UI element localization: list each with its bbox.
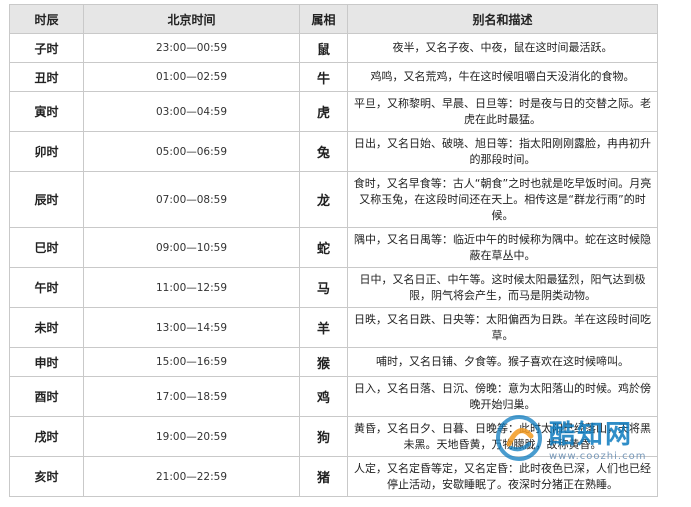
- header-beijing-time: 北京时间: [83, 4, 300, 34]
- cell-description: 平旦，又称黎明、早晨、日旦等：时是夜与日的交替之际。老虎在此时最猛。: [347, 91, 658, 132]
- cell-time: 01:00—02:59: [83, 62, 300, 92]
- cell-description: 鸡鸣，又名荒鸡，牛在这时候咀嚼白天没消化的食物。: [347, 62, 658, 92]
- cell-time: 03:00—04:59: [83, 91, 300, 132]
- cell-time: 07:00—08:59: [83, 171, 300, 228]
- cell-zodiac: 马: [299, 267, 348, 308]
- table-row: 申时 15:00—16:59 猴 哺时，又名日铺、夕食等。猴子喜欢在这时候啼叫。: [9, 347, 658, 377]
- cell-zodiac: 猪: [299, 456, 348, 497]
- watermark-url: www.coozhi.com: [549, 451, 647, 462]
- table-row: 辰时 07:00—08:59 龙 食时，又名早食等：古人“朝食”之时也就是吃早饭…: [9, 171, 658, 228]
- cell-description: 日昳，又名日跌、日央等：太阳偏西为日跌。羊在这段时间吃草。: [347, 307, 658, 348]
- table-row: 未时 13:00—14:59 羊 日昳，又名日跌、日央等：太阳偏西为日跌。羊在这…: [9, 307, 658, 348]
- cell-time: 23:00—00:59: [83, 33, 300, 63]
- header-zodiac: 属相: [299, 4, 348, 34]
- cell-time: 15:00—16:59: [83, 347, 300, 377]
- cell-zodiac: 蛇: [299, 227, 348, 268]
- table-header-row: 时辰 北京时间 属相 别名和描述: [9, 4, 658, 34]
- header-shichen: 时辰: [9, 4, 84, 34]
- cell-zodiac: 龙: [299, 171, 348, 228]
- cell-time: 19:00—20:59: [83, 416, 300, 457]
- cell-description: 隅中，又名日禺等：临近中午的时候称为隅中。蛇在这时候隐蔽在草丛中。: [347, 227, 658, 268]
- cell-zodiac: 鸡: [299, 376, 348, 417]
- cell-shichen: 未时: [9, 307, 84, 348]
- cell-shichen: 午时: [9, 267, 84, 308]
- cell-time: 11:00—12:59: [83, 267, 300, 308]
- table-row: 丑时 01:00—02:59 牛 鸡鸣，又名荒鸡，牛在这时候咀嚼白天没消化的食物…: [9, 62, 658, 92]
- cell-zodiac: 鼠: [299, 33, 348, 63]
- cell-shichen: 戌时: [9, 416, 84, 457]
- cell-description: 日入，又名日落、日沉、傍晚：意为太阳落山的时候。鸡於傍晚开始归巢。: [347, 376, 658, 417]
- cell-description: 夜半，又名子夜、中夜，鼠在这时间最活跃。: [347, 33, 658, 63]
- table-row: 寅时 03:00—04:59 虎 平旦，又称黎明、早晨、日旦等：时是夜与日的交替…: [9, 91, 658, 132]
- cell-zodiac: 羊: [299, 307, 348, 348]
- cell-zodiac: 兔: [299, 131, 348, 172]
- cell-time: 21:00—22:59: [83, 456, 300, 497]
- table-row: 午时 11:00—12:59 马 日中，又名日正、中午等。这时候太阳最猛烈，阳气…: [9, 267, 658, 308]
- cell-shichen: 巳时: [9, 227, 84, 268]
- header-alias-description: 别名和描述: [347, 4, 658, 34]
- coozhi-logo-icon: [495, 414, 543, 462]
- cell-time: 09:00—10:59: [83, 227, 300, 268]
- cell-shichen: 丑时: [9, 62, 84, 92]
- table-row: 子时 23:00—00:59 鼠 夜半，又名子夜、中夜，鼠在这时间最活跃。: [9, 33, 658, 63]
- cell-description: 哺时，又名日铺、夕食等。猴子喜欢在这时候啼叫。: [347, 347, 658, 377]
- cell-time: 17:00—18:59: [83, 376, 300, 417]
- cell-description: 日出，又名日始、破晓、旭日等：指太阳刚刚露脸，冉冉初升的那段时间。: [347, 131, 658, 172]
- cell-time: 13:00—14:59: [83, 307, 300, 348]
- coozhi-watermark: 酷知网 www.coozhi.com: [495, 412, 685, 464]
- cell-time: 05:00—06:59: [83, 131, 300, 172]
- table-row: 酉时 17:00—18:59 鸡 日入，又名日落、日沉、傍晚：意为太阳落山的时候…: [9, 376, 658, 417]
- cell-shichen: 子时: [9, 33, 84, 63]
- cell-shichen: 亥时: [9, 456, 84, 497]
- cell-shichen: 辰时: [9, 171, 84, 228]
- cell-shichen: 寅时: [9, 91, 84, 132]
- table-row: 巳时 09:00—10:59 蛇 隅中，又名日禺等：临近中午的时候称为隅中。蛇在…: [9, 227, 658, 268]
- cell-description: 食时，又名早食等：古人“朝食”之时也就是吃早饭时间。月亮又称玉兔，在这段时间还在…: [347, 171, 658, 228]
- cell-zodiac: 猴: [299, 347, 348, 377]
- watermark-name: 酷知网: [549, 420, 634, 450]
- cell-shichen: 卯时: [9, 131, 84, 172]
- cell-zodiac: 牛: [299, 62, 348, 92]
- table-row: 卯时 05:00—06:59 兔 日出，又名日始、破晓、旭日等：指太阳刚刚露脸，…: [9, 131, 658, 172]
- cell-description: 日中，又名日正、中午等。这时候太阳最猛烈，阳气达到极限，阴气将会产生，而马是阴类…: [347, 267, 658, 308]
- cell-shichen: 酉时: [9, 376, 84, 417]
- cell-zodiac: 狗: [299, 416, 348, 457]
- cell-shichen: 申时: [9, 347, 84, 377]
- cell-zodiac: 虎: [299, 91, 348, 132]
